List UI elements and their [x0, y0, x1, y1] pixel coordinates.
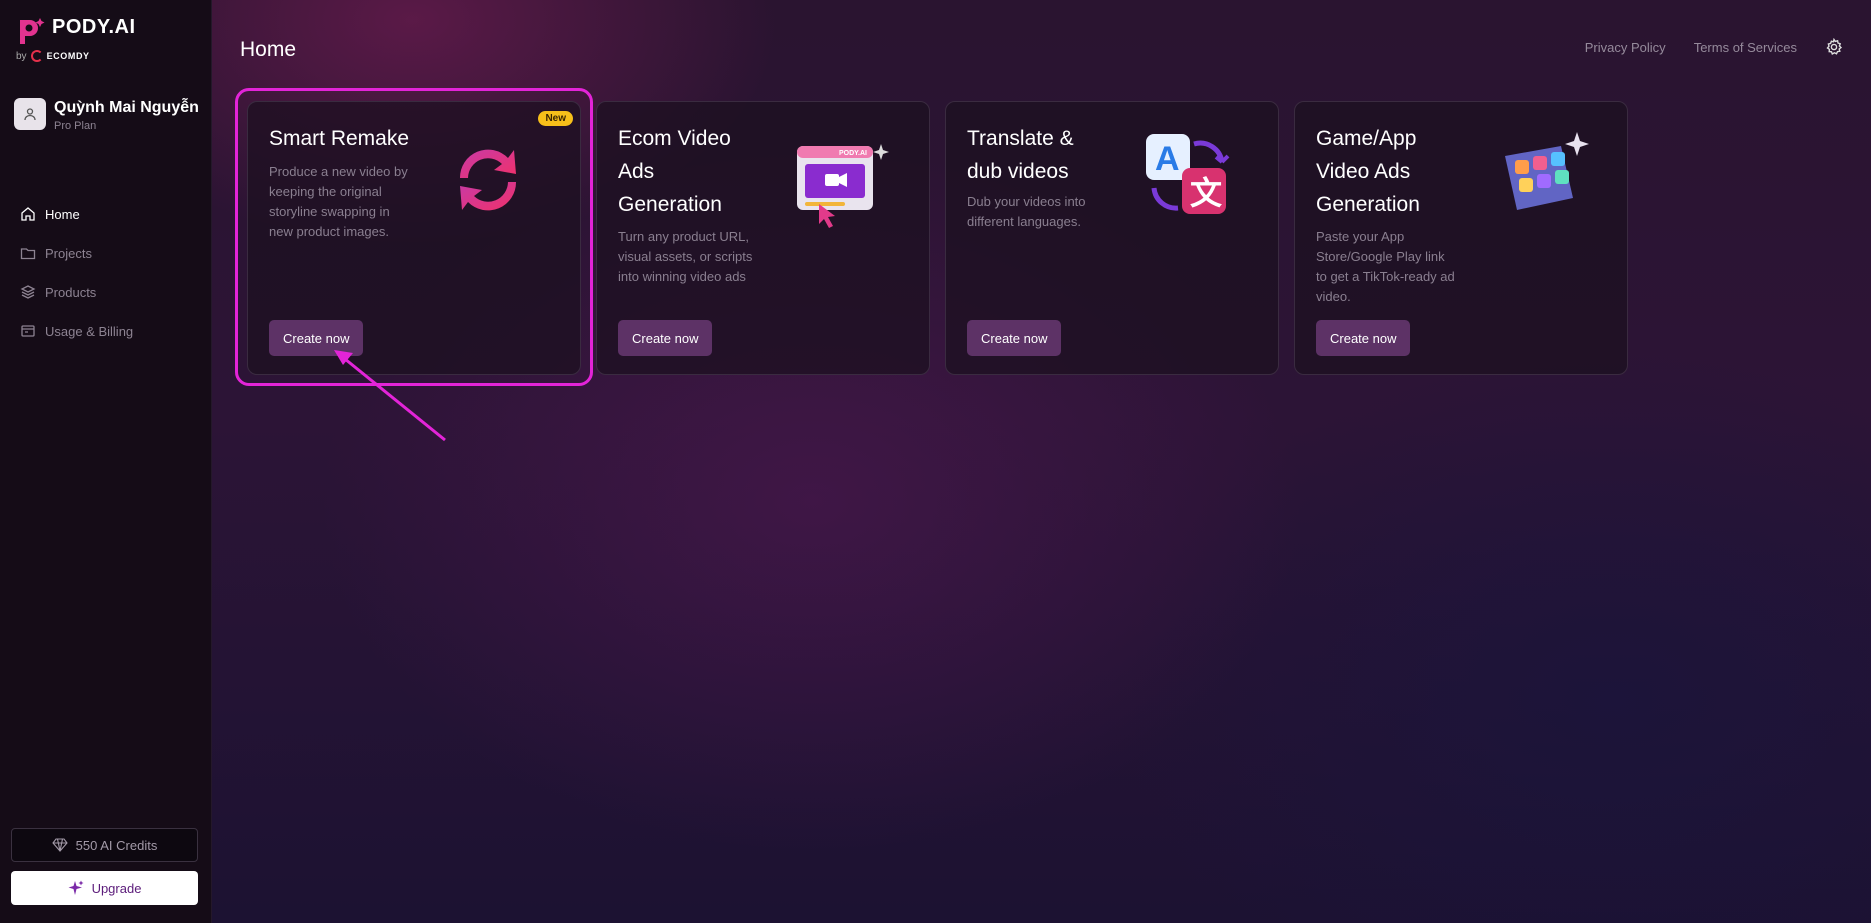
- brand-name: PODY.AI: [52, 16, 136, 38]
- terms-of-services-link[interactable]: Terms of Services: [1694, 40, 1797, 55]
- card-title: Game/App Video Ads Generation: [1316, 127, 1420, 216]
- card-title: Ecom Video Ads Generation: [618, 127, 731, 216]
- folder-icon: [20, 248, 36, 260]
- sparkle-icon: [68, 880, 84, 895]
- card-description: Turn any product URL, visual assets, or …: [618, 229, 753, 284]
- credits-label: 550 AI Credits: [75, 837, 158, 853]
- ecomdy-logo-icon: [30, 50, 43, 62]
- page-title: Home: [240, 38, 297, 61]
- sidebar-nav: Home Projects Products Usage & Billing: [20, 204, 133, 360]
- upgrade-button[interactable]: Upgrade: [11, 871, 198, 905]
- app-grid-icon: [1505, 132, 1589, 210]
- svg-text:A: A: [1155, 140, 1180, 178]
- card-ecom-video-ads[interactable]: Ecom Video Ads Generation Turn any produ…: [596, 101, 930, 375]
- video-browser-icon: PODY.AI: [797, 144, 889, 228]
- sidebar-item-label: Projects: [45, 245, 92, 261]
- home-icon: [21, 207, 35, 221]
- layers-icon: [20, 285, 36, 299]
- pody-logo-icon: [16, 16, 46, 46]
- card-title: Translate & dub videos: [967, 127, 1074, 183]
- svg-text:PODY.AI: PODY.AI: [839, 150, 867, 157]
- brand-by: by: [16, 50, 27, 62]
- sidebar-item-label: Usage & Billing: [45, 323, 134, 339]
- create-now-button[interactable]: Create now: [269, 320, 364, 356]
- card-description: Dub your videos into different languages…: [967, 194, 1086, 229]
- refresh-arrows-icon: [459, 149, 517, 211]
- sidebar-item-label: Home: [45, 206, 80, 222]
- card-description: Produce a new video by keeping the origi…: [269, 164, 408, 239]
- card-description: Paste your App Store/Google Play link to…: [1316, 229, 1455, 304]
- create-now-button[interactable]: Create now: [967, 320, 1062, 356]
- sidebar-item-projects[interactable]: Projects: [20, 243, 133, 263]
- logo[interactable]: PODY.AI: [16, 16, 136, 46]
- user-name: Quỳnh Mai Nguyễn: [54, 99, 199, 116]
- privacy-policy-link[interactable]: Privacy Policy: [1585, 40, 1666, 55]
- ai-credits[interactable]: 550 AI Credits: [11, 828, 198, 862]
- diamond-icon: [51, 838, 68, 852]
- card-game-app-ads[interactable]: Game/App Video Ads Generation Paste your…: [1294, 101, 1628, 375]
- main-content: Home Privacy Policy Terms of Services Ne…: [212, 0, 1871, 923]
- user-avatar-icon: [14, 98, 46, 130]
- translate-icon: A 文: [1146, 134, 1230, 214]
- brand-company: ECOMDY: [46, 51, 90, 61]
- svg-text:文: 文: [1190, 174, 1222, 212]
- sidebar: PODY.AI by ECOMDY Quỳnh Mai Nguyễn Pro P…: [0, 0, 212, 923]
- brand-byline: by ECOMDY: [16, 50, 90, 62]
- user-profile[interactable]: Quỳnh Mai Nguyễn Pro Plan: [14, 98, 199, 132]
- settings-gear-icon[interactable]: [1825, 38, 1843, 56]
- card-smart-remake[interactable]: New Smart Remake Produce a new video by …: [247, 101, 581, 375]
- card-translate-dub[interactable]: Translate & dub videos Dub your videos i…: [945, 101, 1279, 375]
- sidebar-item-products[interactable]: Products: [20, 282, 133, 302]
- create-now-button[interactable]: Create now: [1316, 320, 1411, 356]
- upgrade-label: Upgrade: [91, 880, 142, 896]
- user-plan: Pro Plan: [54, 120, 97, 132]
- card-title: Smart Remake: [269, 127, 410, 150]
- sidebar-item-usage-billing[interactable]: Usage & Billing: [20, 321, 133, 341]
- top-nav: Privacy Policy Terms of Services: [1585, 38, 1843, 56]
- create-now-button[interactable]: Create now: [618, 320, 713, 356]
- sidebar-item-home[interactable]: Home: [20, 204, 133, 224]
- new-badge: New: [538, 111, 573, 126]
- sidebar-item-label: Products: [45, 284, 97, 300]
- billing-icon: [21, 325, 35, 337]
